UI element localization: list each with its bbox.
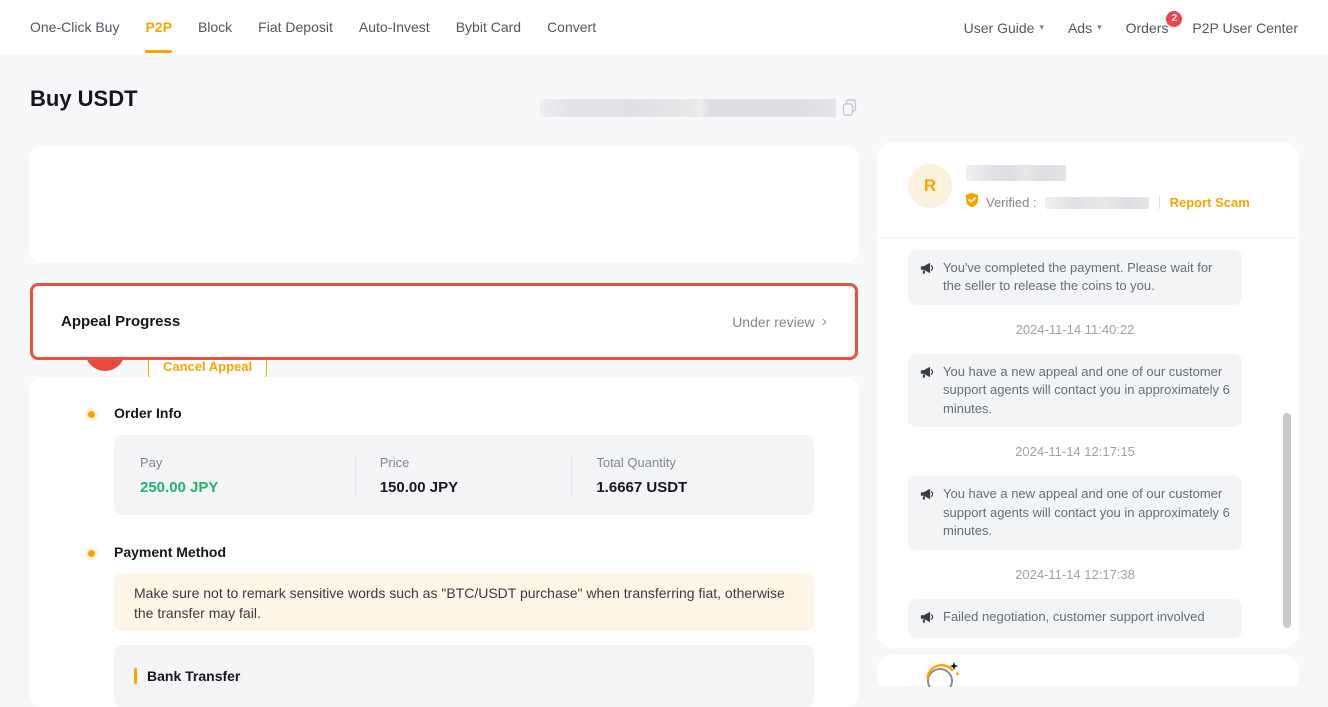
message-text: You've completed the payment. Please wai… [943,259,1230,296]
nav-utility: User Guide ▾ Ads ▾ Orders 2 P2P User Cen… [964,20,1298,36]
top-navigation: One-Click Buy P2P Block Fiat Deposit Aut… [0,0,1328,55]
section-bullet-icon [88,550,95,557]
total-quantity-field: Total Quantity 1.6667 USDT [571,455,788,496]
orders-link[interactable]: Orders 2 [1126,20,1169,36]
verified-shield-icon [964,192,980,213]
chevron-right-icon: › [822,314,827,330]
verified-label: Verified : [986,195,1037,210]
nav-convert[interactable]: Convert [547,0,596,55]
megaphone-icon [920,365,934,418]
appeal-progress-title: Appeal Progress [61,313,180,330]
copy-icon[interactable] [842,99,858,117]
message-text: Failed negotiation, customer support inv… [943,608,1205,629]
pay-field: Pay 250.00 JPY [140,455,355,496]
chat-scrollbar[interactable] [1283,413,1291,628]
counterparty-name-redacted [966,165,1066,181]
nav-auto-invest[interactable]: Auto-Invest [359,0,430,55]
report-scam-link[interactable]: Report Scam [1170,195,1250,210]
nav-one-click-buy[interactable]: One-Click Buy [30,0,119,55]
order-number-redacted [540,99,836,117]
order-details-card: Order Info Pay 250.00 JPY Price 150.00 J… [30,377,858,707]
p2p-user-center-link[interactable]: P2P User Center [1192,20,1298,36]
pay-value: 250.00 JPY [140,479,355,496]
chat-timestamp: 2024-11-14 11:40:22 [908,322,1242,337]
nav-tabs: One-Click Buy P2P Block Fiat Deposit Aut… [30,0,596,55]
caret-down-icon: ▾ [1097,22,1102,33]
appeal-progress-card[interactable]: Appeal Progress Under review › [30,283,858,360]
chat-header: R Verified : Report Scam [878,142,1298,238]
section-bullet-icon [88,411,95,418]
chat-timestamp: 2024-11-14 12:17:38 [908,567,1242,582]
chat-panel: R Verified : Report Scam [878,142,1298,648]
chat-timestamp: 2024-11-14 12:17:15 [908,444,1242,459]
payment-warning-note: Make sure not to remark sensitive words … [114,573,814,631]
total-quantity-value: 1.6667 USDT [596,479,788,496]
price-label: Price [380,455,572,470]
payment-method-section-title: Payment Method [114,544,226,560]
nav-block[interactable]: Block [198,0,232,55]
message-text: You have a new appeal and one of our cus… [943,485,1230,540]
vertical-divider [1159,196,1160,209]
megaphone-icon [920,610,934,629]
bank-transfer-label: Bank Transfer [147,668,240,684]
megaphone-icon [920,261,934,296]
pay-label: Pay [140,455,355,470]
chat-message-list: You've completed the payment. Please wai… [908,238,1242,638]
message-text: You have a new appeal and one of our cus… [943,363,1230,418]
nav-p2p[interactable]: P2P [145,0,171,55]
user-guide-label: User Guide [964,20,1035,36]
order-info-section-title: Order Info [114,405,182,421]
system-message: You've completed the payment. Please wai… [908,250,1242,305]
system-message: Failed negotiation, customer support inv… [908,599,1242,638]
nav-fiat-deposit[interactable]: Fiat Deposit [258,0,333,55]
system-message: You have a new appeal and one of our cus… [908,476,1242,549]
appeal-banner-card: ! An appeal is under review Cancel Appea… [30,147,858,263]
page-title: Buy USDT [30,86,138,112]
payment-method-accent-bar [134,668,137,684]
bank-transfer-item[interactable]: Bank Transfer [114,645,814,707]
megaphone-icon [920,487,934,540]
p2p-user-center-label: P2P User Center [1192,20,1298,36]
verified-row: Verified : Report Scam [964,192,1250,213]
ads-label: Ads [1068,20,1092,36]
total-quantity-label: Total Quantity [596,455,788,470]
counterparty-avatar[interactable]: R [908,164,952,208]
nav-bybit-card[interactable]: Bybit Card [456,0,521,55]
orders-count-badge: 2 [1166,11,1182,27]
caret-down-icon: ▾ [1039,22,1044,33]
appeal-progress-status[interactable]: Under review › [732,314,827,330]
appeal-status-text: Under review [732,314,814,330]
price-value: 150.00 JPY [380,479,572,496]
order-info-box: Pay 250.00 JPY Price 150.00 JPY Total Qu… [114,435,814,515]
verified-info-redacted [1045,197,1149,209]
price-field: Price 150.00 JPY [355,455,572,496]
system-message: You have a new appeal and one of our cus… [908,354,1242,427]
user-guide-menu[interactable]: User Guide ▾ [964,20,1044,36]
ads-menu[interactable]: Ads ▾ [1068,20,1102,36]
chat-input-area [878,655,1298,685]
orders-label: Orders [1126,20,1169,36]
